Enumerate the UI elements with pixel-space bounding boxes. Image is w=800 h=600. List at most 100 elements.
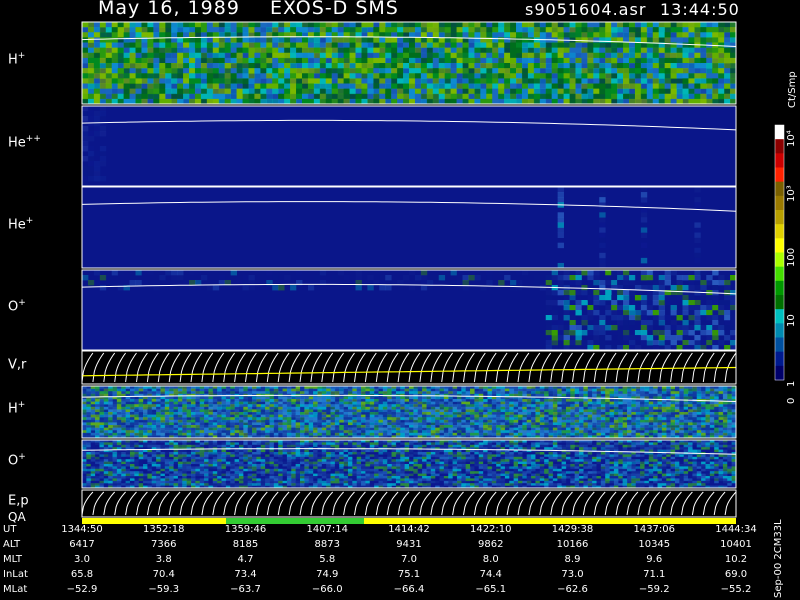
hplus2-cell — [82, 393, 87, 397]
hplus-cell — [189, 37, 196, 43]
hplus2-cell — [103, 404, 109, 408]
hplus-cell — [521, 63, 529, 69]
hplus2-cell — [395, 401, 401, 405]
hplus2-cell — [613, 412, 619, 415]
hplus-cell — [521, 57, 529, 64]
hplus2-cell — [334, 417, 340, 421]
hplus-cell — [242, 47, 249, 54]
hplus2-cell — [164, 430, 170, 434]
hplus2-cell — [461, 432, 467, 436]
hplus2-cell — [552, 422, 558, 426]
hplus-cell — [319, 22, 327, 28]
hplus2-cell — [356, 419, 362, 423]
hplus2-cell — [82, 412, 87, 415]
oplus-cell — [670, 320, 677, 326]
he2-cell — [99, 106, 107, 112]
hplus2-cell — [422, 406, 427, 410]
hplus-cell — [99, 78, 107, 84]
hplus2-cell — [365, 432, 371, 436]
oplus-cell — [712, 280, 719, 286]
hplus2-cell — [561, 417, 567, 421]
hplus-cell — [194, 88, 202, 95]
oplus-cell — [420, 275, 428, 281]
hplus2-cell — [282, 422, 288, 426]
hplus-cell — [634, 32, 642, 38]
hplus-cell — [605, 42, 612, 49]
hplus-cell — [486, 27, 493, 33]
hplus-cell — [236, 42, 243, 49]
oplus-cell — [724, 325, 731, 331]
hplus-cell — [623, 93, 630, 100]
hplus2-cell — [605, 419, 610, 423]
oplus-cell — [730, 305, 737, 311]
oplus-cell — [718, 325, 725, 331]
hplus2-cell — [221, 425, 227, 428]
hplus-cell — [82, 68, 89, 74]
hplus2-cell — [273, 388, 279, 392]
hplus2-cell — [404, 414, 410, 418]
oplus-cell — [634, 305, 642, 311]
hplus2-cell — [86, 401, 92, 405]
hplus-cell — [99, 22, 107, 28]
hplus-cell — [438, 47, 446, 54]
hplus-cell — [587, 88, 594, 95]
oplus-cell — [557, 300, 564, 306]
hplus2-cell — [592, 419, 597, 423]
hplus-cell — [212, 47, 220, 54]
hplus-cell — [688, 88, 695, 95]
hplus-cell — [391, 37, 398, 43]
hplus2-cell — [317, 412, 323, 415]
hplus-cell — [296, 83, 303, 90]
hplus2-cell — [160, 425, 166, 428]
hplus2-cell — [212, 401, 218, 405]
hplus-cell — [480, 27, 487, 33]
hplus-cell — [694, 32, 701, 38]
hplus2-cell — [265, 409, 270, 413]
hplus-cell — [385, 37, 392, 43]
hplus-cell — [551, 27, 559, 33]
hplus-cell — [438, 32, 446, 38]
hplus2-cell — [269, 422, 275, 426]
hplus-cell — [141, 73, 148, 79]
hplus2-cell — [574, 414, 580, 418]
hplus2-cell — [487, 399, 493, 402]
oplus-cell — [658, 295, 666, 301]
hplus2-cell — [587, 417, 593, 421]
hplus-cell — [301, 78, 309, 84]
hplus-cell — [177, 63, 184, 69]
oplus-cell — [623, 290, 630, 296]
hplus-cell — [290, 83, 297, 90]
hplus2-cell — [343, 414, 349, 418]
hplus2-cell — [86, 432, 92, 436]
hplus2-cell — [225, 396, 231, 400]
hplus-cell — [242, 42, 249, 49]
hplus2-cell — [583, 401, 589, 405]
hplus-cell — [718, 93, 725, 100]
hplus2-cell — [317, 425, 323, 428]
hplus-cell — [117, 78, 125, 84]
hplus-cell — [218, 57, 226, 64]
hplus2-cell — [221, 406, 227, 410]
hplus2-cell — [238, 399, 244, 402]
hplus-cell — [575, 22, 582, 28]
hplus2-cell — [256, 388, 262, 392]
hplus2-cell — [509, 391, 515, 395]
hplus2-cell — [382, 419, 388, 423]
hplus-cell — [165, 52, 172, 59]
hplus2-cell — [138, 406, 144, 410]
hplus2-cell — [265, 417, 270, 421]
hplus-cell — [527, 47, 535, 54]
hplus-cell — [581, 68, 588, 74]
hplus-cell — [730, 37, 737, 43]
heplus-cell — [640, 197, 648, 203]
hplus-cell — [325, 83, 333, 90]
hplus2-cell — [426, 419, 432, 423]
hplus2-cell — [579, 391, 584, 395]
hplus2-cell — [509, 422, 515, 426]
hplus2-cell — [217, 417, 222, 421]
hplus-cell — [337, 42, 344, 49]
hplus2-cell — [422, 427, 427, 431]
hplus2-cell — [90, 414, 96, 418]
hplus-cell — [367, 83, 374, 90]
hplus2-cell — [435, 388, 440, 392]
